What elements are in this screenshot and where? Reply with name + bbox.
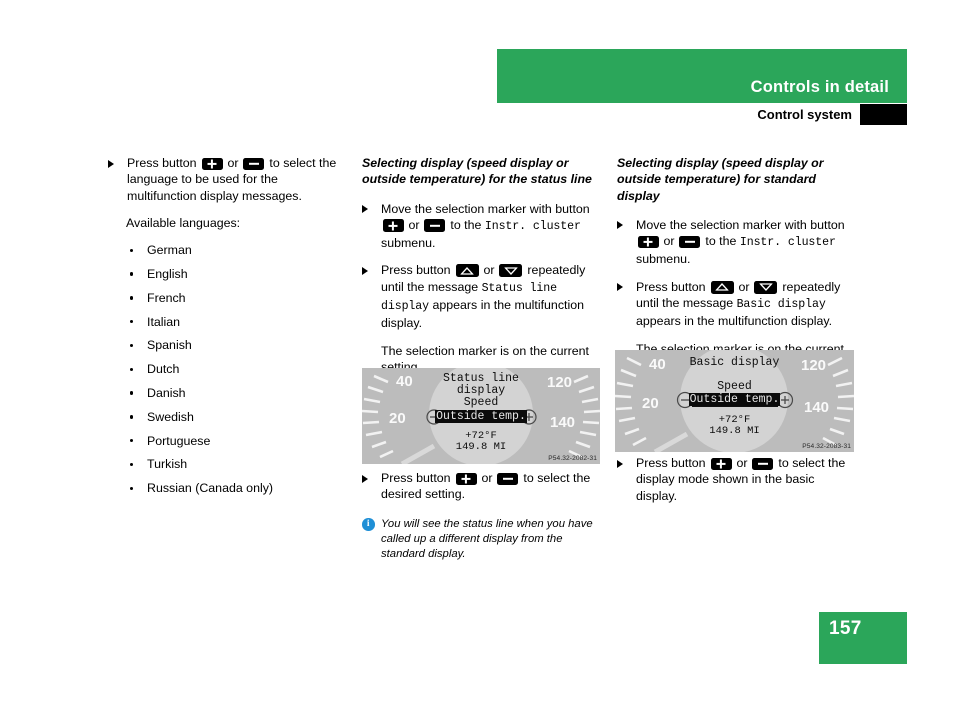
plus-button-icon — [710, 457, 732, 470]
language-list: German English French Italian Spanish Du… — [108, 242, 340, 496]
list-item: Dutch — [126, 361, 340, 377]
step-text-or: or — [481, 471, 493, 485]
figure-reference-code: P54.32-2083-31 — [802, 443, 851, 450]
list-item: Swedish — [126, 409, 340, 425]
column-languages: Press button or to select the language t… — [108, 155, 340, 504]
section-tab-marker — [860, 104, 907, 125]
step-press-arrow-standard: Press button or repeatedly until the mes… — [617, 279, 849, 330]
cluster-line-3: Speed — [717, 380, 752, 393]
minus-button-icon — [497, 472, 519, 485]
list-item: Portuguese — [126, 433, 340, 449]
step-press-plusminus-standard: Press button or to select the display mo… — [617, 455, 849, 504]
step-text-tail: appears in the multifunction display. — [636, 314, 833, 329]
list-item: Danish — [126, 385, 340, 401]
step-press-arrow: Press button or repeatedly until the mes… — [362, 262, 594, 331]
page-number: 157 — [829, 618, 862, 639]
column-status-line-continued: Press button or to select the desired se… — [362, 470, 594, 562]
bullet-triangle-icon — [108, 159, 114, 168]
minus-button-icon — [679, 235, 701, 249]
step-text-tail: submenu. — [381, 236, 436, 251]
minus-button-icon — [243, 157, 265, 170]
up-arrow-button-icon — [710, 280, 734, 294]
minus-button-icon — [424, 219, 446, 232]
step-text-or: or — [483, 263, 495, 278]
step-text-or: or — [227, 156, 239, 170]
info-icon: i — [362, 518, 375, 531]
section-title: Control system — [757, 107, 852, 122]
step-text-or: or — [738, 279, 750, 294]
menu-path-text: Instr. cluster — [484, 219, 581, 233]
bullet-triangle-icon — [617, 459, 623, 468]
cluster-odometer: 149.8 MI — [709, 425, 760, 437]
column-status-line: Selecting display (speed display or outs… — [362, 155, 594, 386]
step-move-marker-standard: Move the selection marker with button or… — [617, 217, 849, 268]
plus-button-icon — [382, 219, 404, 232]
step-text-lead: Press button — [636, 456, 706, 470]
step-select-language: Press button or to select the language t… — [108, 155, 340, 204]
cluster-selected-option: Outside temp. — [688, 393, 781, 406]
down-arrow-button-icon — [499, 264, 523, 278]
info-note-status-line: i You will see the status line when you … — [362, 517, 594, 563]
bullet-triangle-icon — [362, 474, 368, 483]
message-text: Basic display — [736, 298, 826, 312]
column-standard-display-continued: Press button or to select the display mo… — [617, 455, 849, 515]
step-text-lead: Press button — [636, 279, 706, 294]
cluster-selected-option: Outside temp. — [435, 410, 527, 423]
footer-band: 157 — [819, 612, 907, 664]
up-arrow-button-icon — [455, 264, 479, 278]
down-arrow-button-icon — [754, 280, 778, 294]
subheader-row: Control system — [497, 104, 907, 125]
step-text-lead: Move the selection marker with button — [381, 201, 590, 216]
info-note-text: You will see the status line when you ha… — [381, 517, 593, 560]
header-band: Controls in detail — [497, 49, 907, 103]
figure-reference-code: P54.32-2082-31 — [548, 455, 597, 462]
plus-button-icon — [637, 235, 659, 249]
step-text-or: or — [663, 234, 675, 249]
page-title: Controls in detail — [750, 78, 889, 96]
step-text-lead: Move the selection marker with button — [636, 217, 845, 232]
list-item: Russian (Canada only) — [126, 480, 340, 496]
list-item: Turkish — [126, 456, 340, 472]
bullet-triangle-icon — [362, 205, 368, 214]
step-text-or: or — [736, 456, 748, 470]
cluster-highlight-row: Outside temp. — [362, 410, 600, 423]
figure-status-line-cluster: 40 20 120 140 Status line display Speed … — [362, 368, 600, 464]
bullet-triangle-icon — [617, 283, 623, 292]
step-text-or: or — [408, 217, 420, 232]
subsection-title-status-line: Selecting display (speed display or outs… — [362, 156, 592, 187]
available-languages-label: Available languages: — [126, 215, 241, 230]
list-item: Spanish — [126, 337, 340, 353]
plus-button-icon — [455, 472, 477, 485]
menu-path-text: Instr. cluster — [739, 236, 836, 250]
step-text-lead: Press button — [381, 471, 451, 485]
minus-button-icon — [752, 457, 774, 470]
list-item: French — [126, 290, 340, 306]
step-text-mid: to the — [705, 234, 737, 249]
bullet-triangle-icon — [362, 266, 368, 275]
list-item: German — [126, 242, 340, 258]
figure-basic-display-cluster: 40 20 120 140 Basic display Speed Outsid… — [615, 350, 854, 452]
bullet-triangle-icon — [617, 221, 623, 230]
step-text-lead: Press button — [127, 156, 197, 170]
step-move-marker: Move the selection marker with button or… — [362, 201, 594, 252]
step-press-plusminus-status: Press button or to select the desired se… — [362, 470, 594, 503]
subsection-title-standard-display: Selecting display (speed display or outs… — [617, 156, 824, 203]
plus-button-icon — [201, 157, 223, 170]
list-item: English — [126, 266, 340, 282]
step-text-mid: to the — [450, 217, 482, 232]
cluster-line-3: Speed — [463, 396, 499, 409]
cluster-odometer: 149.8 MI — [455, 441, 507, 453]
step-text-tail: submenu. — [636, 252, 691, 267]
step-text-lead: Press button — [381, 263, 451, 278]
cluster-highlight-row: Outside temp. — [615, 393, 854, 406]
cluster-line-1: Basic display — [689, 356, 780, 369]
list-item: Italian — [126, 314, 340, 330]
